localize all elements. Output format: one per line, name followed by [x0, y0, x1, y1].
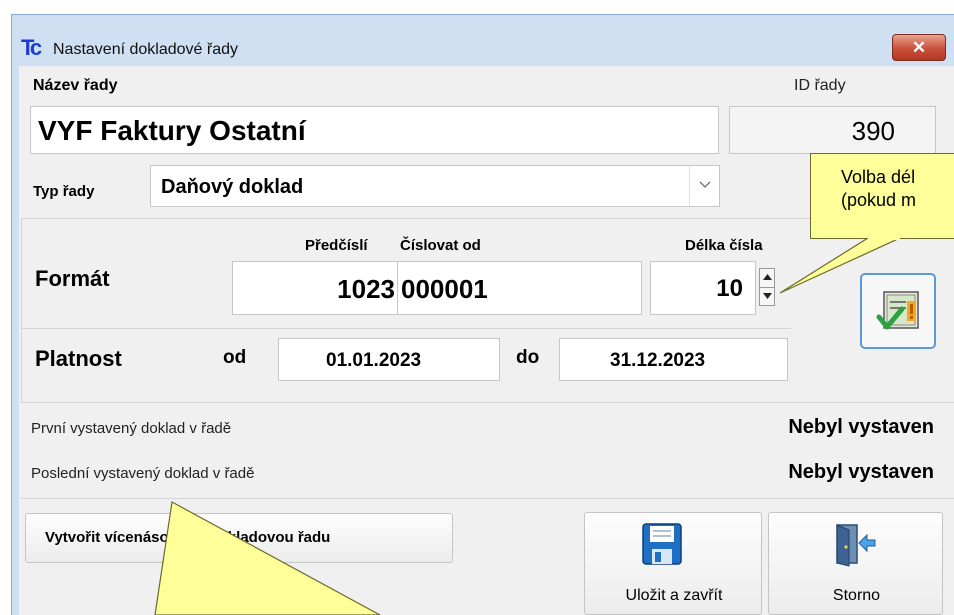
callout-pointer-edges	[868, 238, 900, 240]
